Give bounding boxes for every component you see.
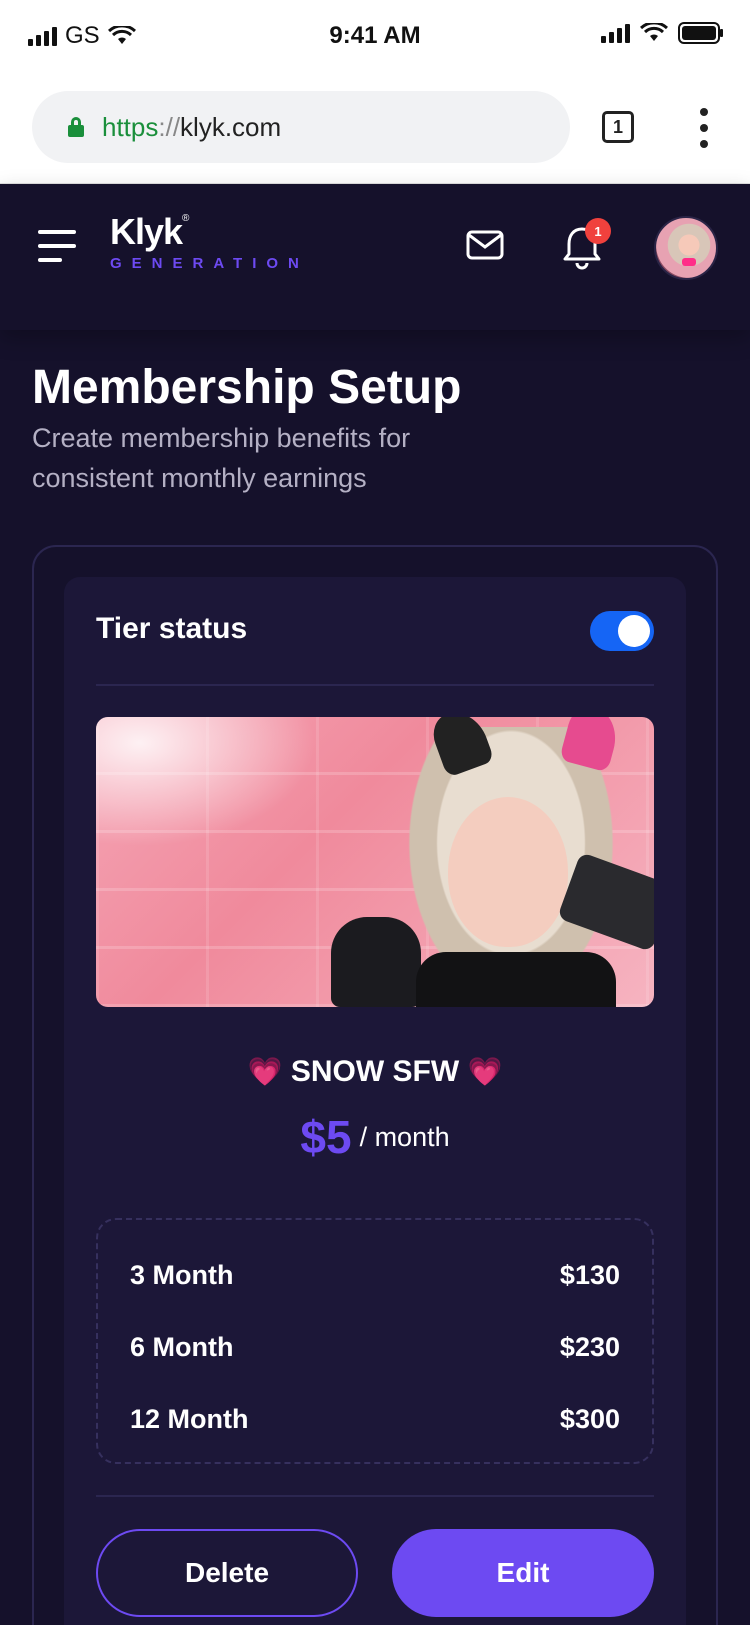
page-subtitle: Create membership benefits for consisten… <box>32 423 411 493</box>
plan-duration: 6 Month <box>130 1332 234 1362</box>
more-options-icon[interactable] <box>697 108 711 148</box>
tier-cover-image <box>96 717 654 1007</box>
tier-status-toggle[interactable] <box>590 611 654 651</box>
address-bar[interactable]: https://klyk.com <box>32 91 570 163</box>
plan-duration: 3 Month <box>130 1260 234 1290</box>
tab-switcher-button[interactable]: 1 <box>602 111 634 143</box>
cellular-icon <box>601 23 630 43</box>
tier-status-label: Tier status <box>96 612 248 645</box>
avatar[interactable] <box>654 216 718 280</box>
app-header: Klyk® GENERATION <box>0 184 750 330</box>
battery-icon <box>678 22 723 44</box>
logo[interactable]: Klyk® GENERATION <box>110 214 309 273</box>
logo-text: Klyk <box>110 211 183 252</box>
divider <box>96 684 654 686</box>
toggle-knob <box>618 615 650 647</box>
price-period: / month <box>359 1121 450 1152</box>
edit-button[interactable]: Edit <box>392 1529 654 1617</box>
heart-icon: 💗 <box>467 1056 503 1087</box>
status-icons <box>601 22 724 44</box>
url-host: klyk.com <box>180 111 282 142</box>
plan-row: 6 Month $230 <box>130 1332 620 1363</box>
page-title: Membership Setup <box>32 361 462 414</box>
wifi-icon <box>640 23 668 41</box>
plan-price: $230 <box>559 1332 620 1362</box>
plan-row: 12 Month $300 <box>130 1404 620 1435</box>
url-text: https://klyk.com <box>102 112 281 143</box>
heart-icon: 💗 <box>247 1056 283 1087</box>
logo-wordmark: Klyk® <box>110 214 309 250</box>
menu-icon[interactable] <box>38 230 76 262</box>
tier-name: 💗 SNOW SFW 💗 <box>96 1055 654 1089</box>
tier-name-text: SNOW SFW <box>290 1055 460 1088</box>
browser-toolbar: https://klyk.com 1 <box>0 74 750 184</box>
plan-price: $300 <box>559 1404 620 1434</box>
plan-duration: 12 Month <box>130 1404 249 1434</box>
price-amount: $5 <box>300 1111 352 1163</box>
url-protocol: https <box>102 111 159 142</box>
divider <box>96 1495 654 1497</box>
plan-row: 3 Month $130 <box>130 1260 620 1291</box>
plan-list: 3 Month $130 6 Month $230 12 Month $300 <box>96 1218 654 1464</box>
logo-registered-mark: ® <box>182 213 189 224</box>
mail-icon[interactable] <box>466 230 504 260</box>
plan-price: $130 <box>559 1260 620 1290</box>
lock-icon <box>68 117 84 137</box>
delete-button[interactable]: Delete <box>96 1529 358 1617</box>
notification-badge: 1 <box>585 218 611 244</box>
tier-price: $5/ month <box>96 1110 654 1164</box>
status-bar: GS 9:41 AM <box>0 0 750 74</box>
url-separator: :// <box>158 111 181 142</box>
logo-subtitle: GENERATION <box>110 255 309 272</box>
